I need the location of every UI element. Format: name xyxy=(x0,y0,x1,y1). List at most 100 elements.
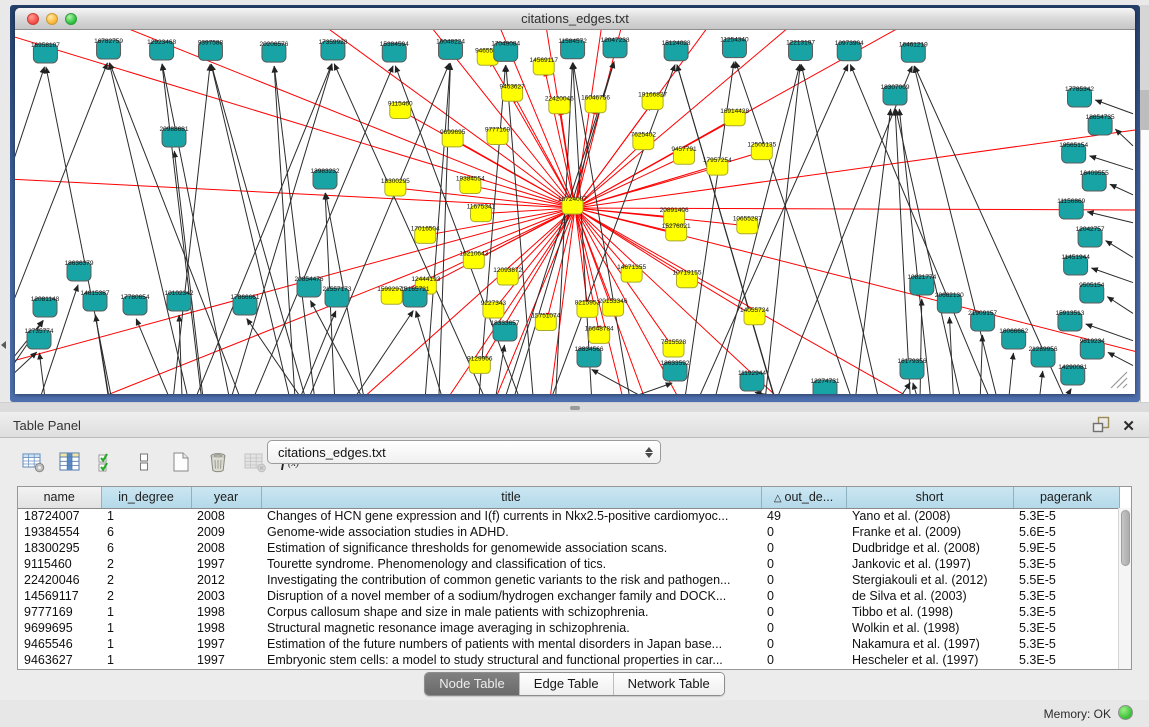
scrollbar-thumb[interactable] xyxy=(1121,510,1130,566)
black-edge[interactable] xyxy=(980,335,982,394)
black-edge[interactable] xyxy=(1095,100,1133,114)
cell-short[interactable]: Dudbridge et al. (2008) xyxy=(846,540,1013,556)
cell-short[interactable]: Stergiakouli et al. (2012) xyxy=(846,572,1013,588)
delete-columns-button[interactable] xyxy=(205,449,231,475)
cell-in_degree[interactable]: 1 xyxy=(101,604,191,620)
cell-out_de[interactable]: 0 xyxy=(761,572,846,588)
black-edge[interactable] xyxy=(763,64,800,394)
create-column-button[interactable] xyxy=(168,449,194,475)
cell-name[interactable]: 9699695 xyxy=(18,620,101,636)
cell-in_degree[interactable]: 6 xyxy=(101,524,191,540)
panel-collapse-arrow-icon[interactable] xyxy=(1,341,6,349)
cell-year[interactable]: 2008 xyxy=(191,540,261,556)
red-edge[interactable] xyxy=(575,30,749,208)
cell-pagerank[interactable]: 5.3E-5 xyxy=(1013,620,1119,636)
row-options-button[interactable] xyxy=(131,449,157,475)
cell-short[interactable]: Tibbo et al. (1998) xyxy=(846,604,1013,620)
cell-year[interactable]: 1998 xyxy=(191,604,261,620)
table-row[interactable]: 969969511998Structural magnetic resonanc… xyxy=(18,620,1119,636)
table-row[interactable]: 2242004622012Investigating the contribut… xyxy=(18,572,1119,588)
cell-name[interactable]: 19384554 xyxy=(18,524,101,540)
black-edge[interactable] xyxy=(755,392,814,394)
table-row[interactable]: 1872400712008Changes of HCN gene express… xyxy=(18,508,1119,524)
cell-pagerank[interactable]: 5.5E-5 xyxy=(1013,572,1119,588)
black-edge[interactable] xyxy=(15,352,37,394)
table-row[interactable]: 1830029562008Estimation of significance … xyxy=(18,540,1119,556)
column-header-title[interactable]: title xyxy=(261,487,761,508)
cell-name[interactable]: 18724007 xyxy=(18,508,101,524)
float-panel-button[interactable] xyxy=(1092,416,1110,438)
cell-short[interactable]: Wolkin et al. (1998) xyxy=(846,620,1013,636)
cell-name[interactable]: 9777169 xyxy=(18,604,101,620)
red-edge[interactable] xyxy=(575,111,1135,208)
cell-out_de[interactable]: 0 xyxy=(761,524,846,540)
cell-short[interactable]: Franke et al. (2009) xyxy=(846,524,1013,540)
cell-short[interactable]: de Silva et al. (2003) xyxy=(846,588,1013,604)
black-edge[interactable] xyxy=(801,64,882,394)
black-edge[interactable] xyxy=(692,64,848,394)
cell-out_de[interactable]: 0 xyxy=(761,636,846,652)
cell-name[interactable]: 9115460 xyxy=(18,556,101,572)
tab-edge-table[interactable]: Edge Table xyxy=(519,673,613,695)
cell-name[interactable]: 9465546 xyxy=(18,636,101,652)
cell-year[interactable]: 1997 xyxy=(191,556,261,572)
cell-in_degree[interactable]: 1 xyxy=(101,652,191,668)
cell-year[interactable]: 2009 xyxy=(191,524,261,540)
network-canvas-svg[interactable]: 2089140610655287152760211405572410719155… xyxy=(15,30,1135,394)
black-edge[interactable] xyxy=(1039,371,1043,394)
cell-year[interactable]: 1997 xyxy=(191,652,261,668)
column-header-short[interactable]: short xyxy=(846,487,1013,508)
black-edge[interactable] xyxy=(915,66,1068,394)
black-edge[interactable] xyxy=(39,353,45,394)
tab-network-table[interactable]: Network Table xyxy=(613,673,724,695)
cell-pagerank[interactable]: 5.3E-5 xyxy=(1013,556,1119,572)
black-edge[interactable] xyxy=(899,109,931,394)
red-edge[interactable] xyxy=(545,70,575,208)
cell-title[interactable]: Structural magnetic resonance image aver… xyxy=(261,620,761,636)
cell-out_de[interactable]: 0 xyxy=(761,556,846,572)
column-header-name[interactable]: name xyxy=(18,487,101,508)
black-edge[interactable] xyxy=(1110,184,1133,195)
cell-pagerank[interactable]: 5.3E-5 xyxy=(1013,652,1119,668)
black-edge[interactable] xyxy=(895,109,910,394)
canvas-resize-grip[interactable] xyxy=(1111,372,1127,388)
cell-out_de[interactable]: 49 xyxy=(761,508,846,524)
black-edge[interactable] xyxy=(478,65,505,394)
cell-year[interactable]: 2003 xyxy=(191,588,261,604)
red-edge[interactable] xyxy=(575,208,1086,394)
cell-short[interactable]: Hescheler et al. (1997) xyxy=(846,652,1013,668)
show-columns-button[interactable] xyxy=(57,449,83,475)
tab-node-table[interactable]: Node Table xyxy=(425,673,519,695)
black-edge[interactable] xyxy=(1090,156,1133,170)
column-header-pagerank[interactable]: pagerank xyxy=(1013,487,1119,508)
black-edge[interactable] xyxy=(495,345,505,394)
cell-pagerank[interactable]: 5.3E-5 xyxy=(1013,588,1119,604)
table-vertical-scrollbar[interactable] xyxy=(1118,508,1131,669)
cell-title[interactable]: Estimation of the future numbers of pati… xyxy=(261,636,761,652)
table-row[interactable]: 946554611997Estimation of the future num… xyxy=(18,636,1119,652)
column-header-in_degree[interactable]: in_degree xyxy=(101,487,191,508)
cell-title[interactable]: Corpus callosum shape and size in male p… xyxy=(261,604,761,620)
network-window-titlebar[interactable]: citations_edges.txt xyxy=(15,8,1135,30)
black-edge[interactable] xyxy=(855,109,891,394)
table-row[interactable]: 1456911722003Disruption of a novel membe… xyxy=(18,588,1119,604)
cell-title[interactable]: Investigating the contribution of common… xyxy=(261,572,761,588)
black-edge[interactable] xyxy=(771,66,912,394)
black-edge[interactable] xyxy=(897,382,910,394)
black-edge[interactable] xyxy=(211,64,312,394)
cell-name[interactable]: 14569117 xyxy=(18,588,101,604)
cell-name[interactable]: 18300295 xyxy=(18,540,101,556)
black-edge[interactable] xyxy=(914,66,999,394)
cell-short[interactable]: Jankovic et al. (1997) xyxy=(846,556,1013,572)
black-edge[interactable] xyxy=(1008,353,1013,394)
cell-title[interactable]: Disruption of a novel member of a sodium… xyxy=(261,588,761,604)
black-edge[interactable] xyxy=(592,369,652,394)
black-edge[interactable] xyxy=(913,383,919,394)
black-edge[interactable] xyxy=(1091,268,1133,283)
network-canvas[interactable]: 2089140610655287152760211405572410719155… xyxy=(15,30,1135,394)
cell-in_degree[interactable]: 2 xyxy=(101,588,191,604)
black-edge[interactable] xyxy=(211,64,291,394)
cell-in_degree[interactable]: 1 xyxy=(101,620,191,636)
cell-title[interactable]: Embryonic stem cells: a model to study s… xyxy=(261,652,761,668)
black-edge[interactable] xyxy=(247,318,304,394)
